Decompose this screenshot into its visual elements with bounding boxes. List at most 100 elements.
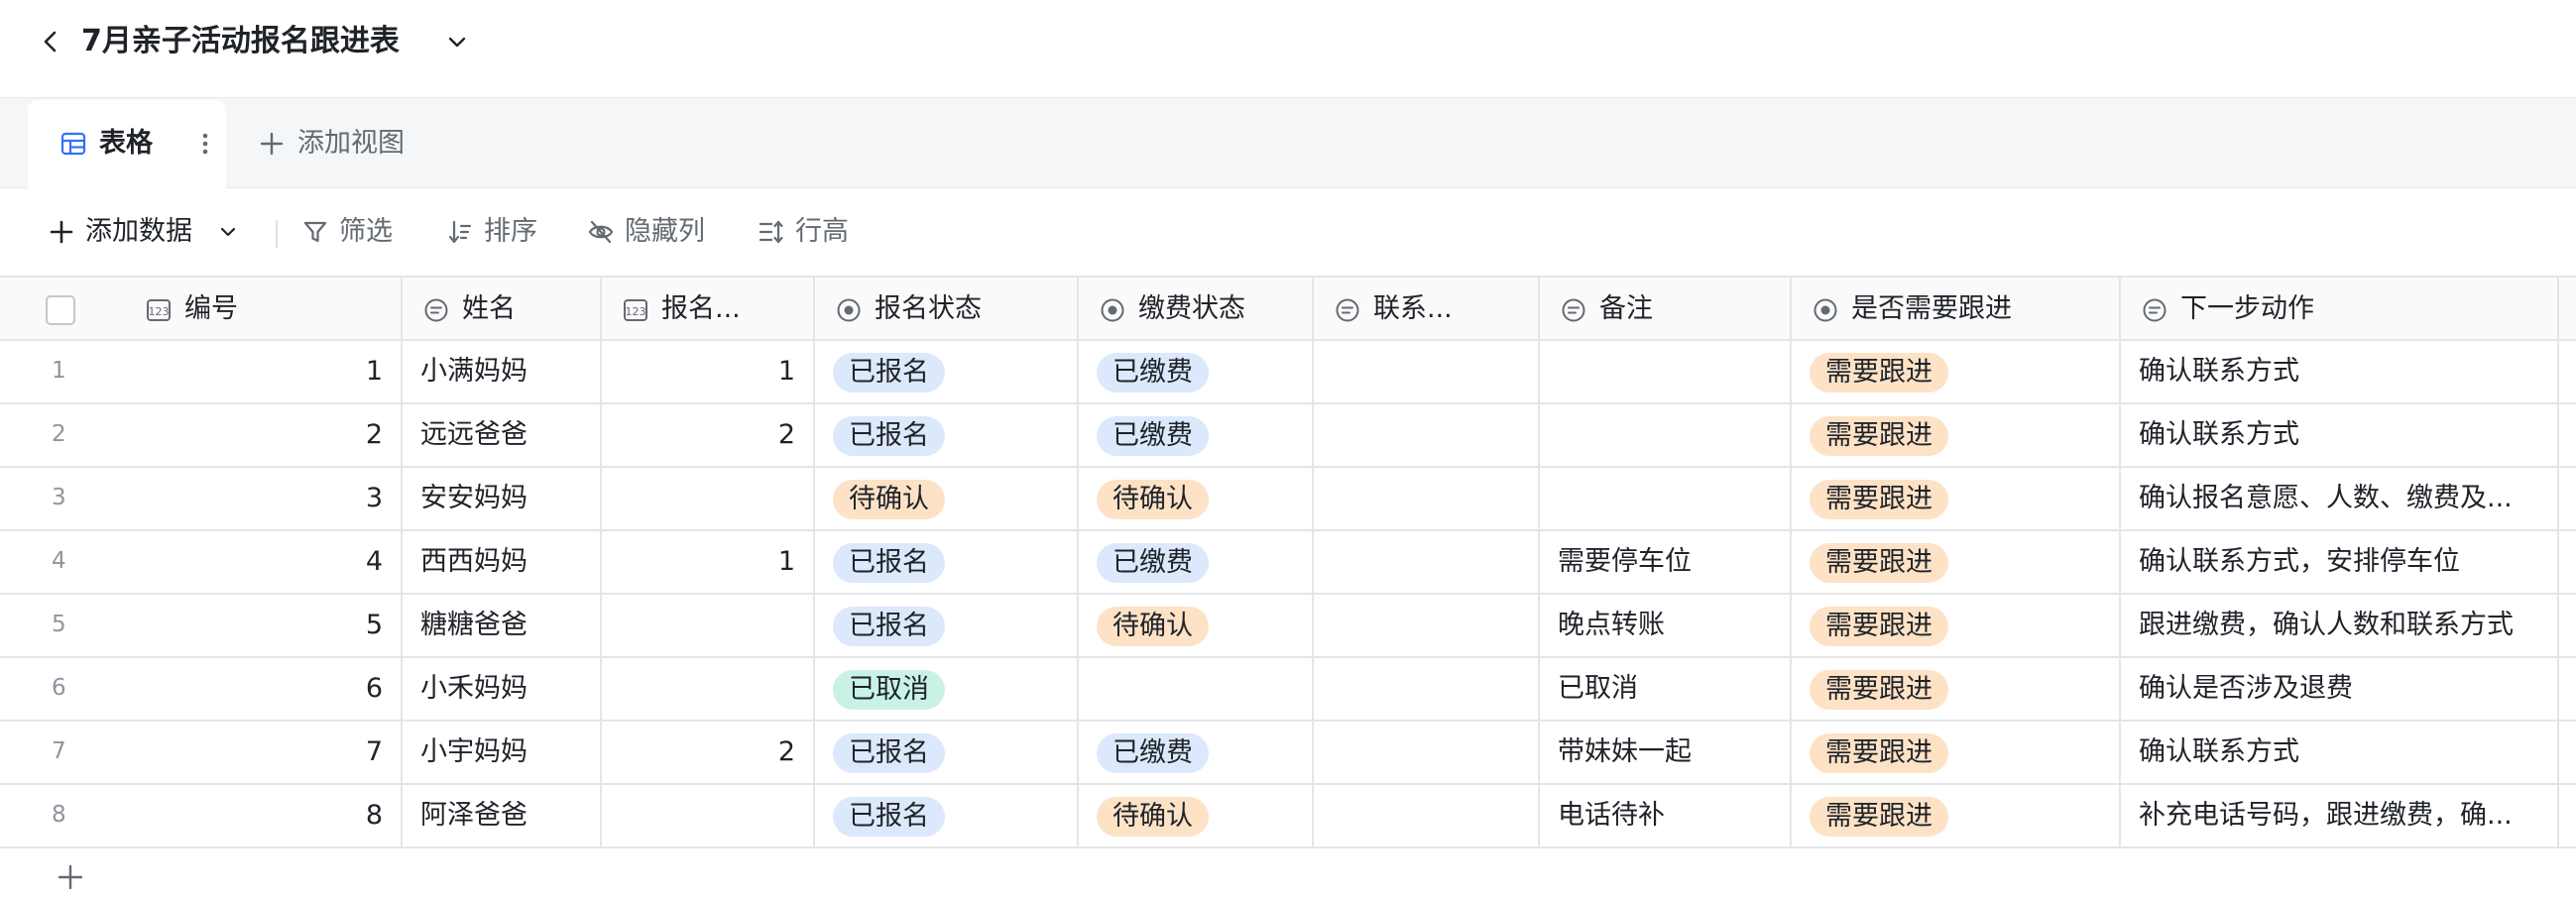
cell-pay[interactable]: 已缴费 — [1079, 404, 1314, 466]
cell-contact[interactable] — [1314, 468, 1540, 529]
chevron-left-icon[interactable] — [34, 25, 67, 58]
cell-follow[interactable]: 需要跟进 — [1792, 595, 2121, 656]
cell-follow[interactable]: 需要跟进 — [1792, 468, 2121, 529]
chevron-down-icon[interactable] — [442, 28, 472, 57]
cell-count[interactable] — [602, 658, 815, 720]
cell-note[interactable]: 电话待补 — [1540, 785, 1792, 846]
cell-count[interactable]: 1 — [602, 341, 815, 402]
add-row-plus-icon[interactable] — [56, 862, 85, 892]
cell-contact[interactable] — [1314, 404, 1540, 466]
cell-follow[interactable]: 需要跟进 — [1792, 531, 2121, 593]
more-vertical-icon[interactable] — [192, 128, 218, 160]
cell-pay[interactable]: 待确认 — [1079, 785, 1314, 846]
cell-pay[interactable] — [1079, 658, 1314, 720]
cell-reg[interactable]: 已报名 — [815, 595, 1079, 656]
column-header-pay[interactable]: 缴费状态 — [1079, 278, 1314, 339]
cell-id[interactable]: 6 — [125, 658, 403, 720]
table-row[interactable]: 3 3 安安妈妈 待确认 待确认 需要跟进 确认报名意愿、人数、缴费及... — [0, 468, 2576, 531]
cell-id[interactable]: 5 — [125, 595, 403, 656]
cell-count[interactable]: 1 — [602, 531, 815, 593]
cell-note[interactable]: 已取消 — [1540, 658, 1792, 720]
cell-id[interactable]: 8 — [125, 785, 403, 846]
cell-reg[interactable]: 已报名 — [815, 341, 1079, 402]
filter-button[interactable]: 筛选 — [301, 208, 410, 256]
add-data-button[interactable]: 添加数据 — [48, 208, 256, 256]
cell-note[interactable]: 带妹妹一起 — [1540, 722, 1792, 783]
sort-button[interactable]: 排序 — [446, 208, 555, 256]
cell-name[interactable]: 远远爸爸 — [403, 404, 602, 466]
cell-name[interactable]: 小满妈妈 — [403, 341, 602, 402]
cell-reg[interactable]: 已报名 — [815, 531, 1079, 593]
cell-id[interactable]: 1 — [125, 341, 403, 402]
row-height-button[interactable]: 行高 — [758, 208, 867, 256]
select-all-checkbox[interactable] — [46, 295, 75, 325]
table-row[interactable]: 6 6 小禾妈妈 已取消 已取消 需要跟进 确认是否涉及退费 — [0, 658, 2576, 722]
cell-name[interactable]: 安安妈妈 — [403, 468, 602, 529]
cell-next[interactable]: 确认联系方式 — [2121, 341, 2559, 402]
cell-pay[interactable]: 已缴费 — [1079, 531, 1314, 593]
cell-next[interactable]: 确认联系方式 — [2121, 722, 2559, 783]
cell-next[interactable]: 确认联系方式，安排停车位 — [2121, 531, 2559, 593]
cell-name[interactable]: 糖糖爸爸 — [403, 595, 602, 656]
table-row[interactable]: 8 8 阿泽爸爸 已报名 待确认 电话待补 需要跟进 补充电话号码，跟进缴费，确... — [0, 785, 2576, 848]
cell-contact[interactable] — [1314, 341, 1540, 402]
cell-note[interactable] — [1540, 404, 1792, 466]
cell-contact[interactable] — [1314, 531, 1540, 593]
cell-name[interactable]: 阿泽爸爸 — [403, 785, 602, 846]
cell-reg[interactable]: 已报名 — [815, 722, 1079, 783]
cell-contact[interactable] — [1314, 658, 1540, 720]
cell-follow[interactable]: 需要跟进 — [1792, 785, 2121, 846]
cell-count[interactable] — [602, 468, 815, 529]
table-row[interactable]: 1 1 小满妈妈 1 已报名 已缴费 需要跟进 确认联系方式 — [0, 341, 2576, 404]
cell-name[interactable]: 小禾妈妈 — [403, 658, 602, 720]
column-header-id[interactable]: 123 编号 — [125, 278, 403, 339]
column-header-name[interactable]: 姓名 — [403, 278, 602, 339]
hide-columns-button[interactable]: 隐藏列 — [587, 208, 736, 256]
column-header-count[interactable]: 123 报名... — [602, 278, 815, 339]
cell-next[interactable]: 确认报名意愿、人数、缴费及... — [2121, 468, 2559, 529]
chevron-down-icon[interactable] — [216, 220, 240, 244]
table-row[interactable]: 2 2 远远爸爸 2 已报名 已缴费 需要跟进 确认联系方式 — [0, 404, 2576, 468]
cell-reg[interactable]: 已取消 — [815, 658, 1079, 720]
cell-follow[interactable]: 需要跟进 — [1792, 658, 2121, 720]
cell-follow[interactable]: 需要跟进 — [1792, 722, 2121, 783]
table-row[interactable]: 4 4 西西妈妈 1 已报名 已缴费 需要停车位 需要跟进 确认联系方式，安排停车位 — [0, 531, 2576, 595]
cell-next[interactable]: 确认联系方式 — [2121, 404, 2559, 466]
cell-name[interactable]: 小宇妈妈 — [403, 722, 602, 783]
tab-grid-view[interactable]: 表格 — [28, 100, 226, 189]
cell-next[interactable]: 跟进缴费，确认人数和联系方式 — [2121, 595, 2559, 656]
column-header-reg[interactable]: 报名状态 — [815, 278, 1079, 339]
cell-contact[interactable] — [1314, 595, 1540, 656]
cell-pay[interactable]: 已缴费 — [1079, 341, 1314, 402]
cell-id[interactable]: 3 — [125, 468, 403, 529]
cell-count[interactable] — [602, 785, 815, 846]
cell-note[interactable]: 需要停车位 — [1540, 531, 1792, 593]
cell-note[interactable] — [1540, 341, 1792, 402]
cell-id[interactable]: 2 — [125, 404, 403, 466]
cell-follow[interactable]: 需要跟进 — [1792, 341, 2121, 402]
column-header-next[interactable]: 下一步动作 — [2121, 278, 2559, 339]
cell-pay[interactable]: 已缴费 — [1079, 722, 1314, 783]
cell-note[interactable]: 晚点转账 — [1540, 595, 1792, 656]
table-row[interactable]: 7 7 小宇妈妈 2 已报名 已缴费 带妹妹一起 需要跟进 确认联系方式 — [0, 722, 2576, 785]
column-header-follow[interactable]: 是否需要跟进 — [1792, 278, 2121, 339]
cell-follow[interactable]: 需要跟进 — [1792, 404, 2121, 466]
cell-count[interactable]: 2 — [602, 722, 815, 783]
cell-count[interactable]: 2 — [602, 404, 815, 466]
cell-contact[interactable] — [1314, 785, 1540, 846]
table-row[interactable]: 5 5 糖糖爸爸 已报名 待确认 晚点转账 需要跟进 跟进缴费，确认人数和联系方式 — [0, 595, 2576, 658]
cell-id[interactable]: 4 — [125, 531, 403, 593]
cell-contact[interactable] — [1314, 722, 1540, 783]
cell-note[interactable] — [1540, 468, 1792, 529]
cell-pay[interactable]: 待确认 — [1079, 595, 1314, 656]
cell-reg[interactable]: 已报名 — [815, 785, 1079, 846]
cell-pay[interactable]: 待确认 — [1079, 468, 1314, 529]
cell-reg[interactable]: 待确认 — [815, 468, 1079, 529]
column-header-contact[interactable]: 联系... — [1314, 278, 1540, 339]
cell-reg[interactable]: 已报名 — [815, 404, 1079, 466]
cell-next[interactable]: 确认是否涉及退费 — [2121, 658, 2559, 720]
cell-count[interactable] — [602, 595, 815, 656]
cell-next[interactable]: 补充电话号码，跟进缴费，确... — [2121, 785, 2559, 846]
cell-id[interactable]: 7 — [125, 722, 403, 783]
column-header-note[interactable]: 备注 — [1540, 278, 1792, 339]
